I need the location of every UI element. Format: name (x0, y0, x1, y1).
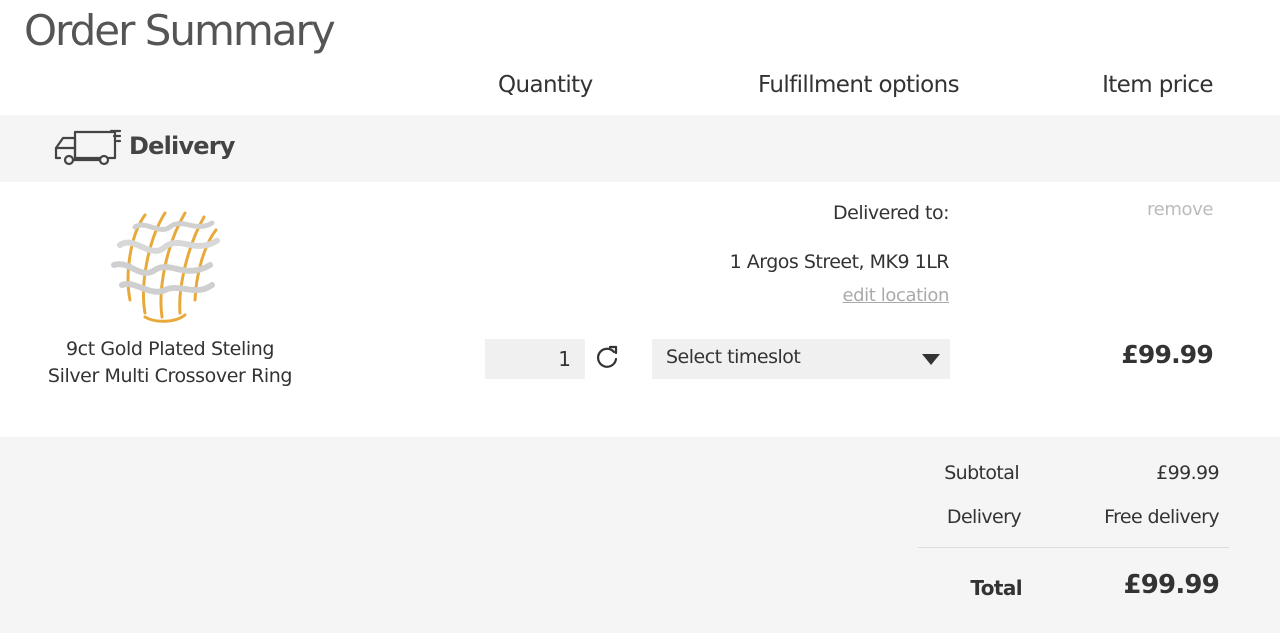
quantity-input[interactable] (485, 339, 585, 379)
order-summary-totals (0, 437, 1280, 633)
delivery-section-label: Delivery (129, 132, 235, 160)
subtotal-value: £99.99 (1156, 462, 1219, 484)
item-price: £99.99 (1121, 340, 1213, 369)
delivery-cost-label: Delivery (946, 506, 1022, 528)
product-name-line-2: Silver Multi Crossover Ring (47, 365, 293, 387)
total-label: Total (970, 576, 1022, 600)
delivery-address: 1 Argos Street, MK9 1LR (729, 251, 950, 273)
column-header-fulfillment: Fulfillment options (758, 72, 960, 98)
timeslot-select-value: Select timeslot (666, 346, 801, 368)
subtotal-label: Subtotal (944, 462, 1019, 484)
product-image[interactable] (100, 205, 228, 323)
remove-item-link[interactable]: remove (1147, 199, 1213, 220)
delivery-cost-value: Free delivery (1104, 506, 1219, 528)
product-name-line-1: 9ct Gold Plated Steling (65, 338, 275, 360)
chevron-down-icon (922, 354, 940, 365)
truck-icon (54, 129, 122, 166)
timeslot-select[interactable]: Select timeslot (652, 339, 950, 379)
edit-location-link[interactable]: edit location (842, 285, 949, 306)
column-header-item-price: Item price (1102, 72, 1214, 98)
delivered-to-label: Delivered to: (833, 202, 949, 224)
totals-divider (918, 547, 1229, 548)
product-name[interactable]: 9ct Gold Plated Steling Silver Multi Cro… (40, 336, 300, 390)
total-value: £99.99 (1123, 570, 1219, 600)
column-header-quantity: Quantity (498, 72, 593, 98)
page-title: Order Summary (24, 6, 336, 55)
refresh-icon[interactable] (595, 343, 619, 371)
